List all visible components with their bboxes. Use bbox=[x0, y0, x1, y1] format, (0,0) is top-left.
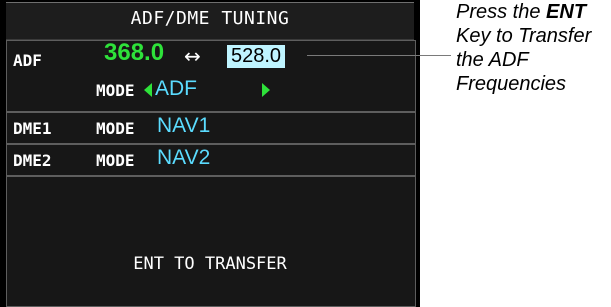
adf-label: ADF bbox=[13, 51, 42, 70]
mode-prev-arrow-icon[interactable] bbox=[144, 83, 152, 97]
adf-mode-label: MODE bbox=[96, 81, 135, 100]
swap-arrow-icon: ↔ bbox=[184, 44, 201, 68]
callout-leader-line bbox=[307, 55, 451, 56]
adf-mode-value[interactable]: ADF bbox=[155, 77, 197, 101]
mode-next-arrow-icon[interactable] bbox=[262, 83, 270, 97]
dme2-mode-value[interactable]: NAV2 bbox=[157, 146, 210, 170]
window-title: ADF/DME TUNING bbox=[130, 8, 290, 29]
callout-prefix: Press the bbox=[456, 1, 547, 23]
instructions-section bbox=[6, 176, 416, 307]
window-title-bar: ADF/DME TUNING bbox=[6, 2, 414, 40]
dme1-label: DME1 bbox=[13, 119, 52, 138]
dme1-mode-value[interactable]: NAV1 bbox=[157, 114, 210, 138]
callout-suffix: Key to Transfer the ADF Frequencies bbox=[456, 25, 592, 95]
dme2-mode-label: MODE bbox=[96, 151, 135, 170]
callout-key: ENT bbox=[546, 1, 587, 23]
dme2-label: DME2 bbox=[13, 151, 52, 170]
transfer-hint: ENT TO TRANSFER bbox=[133, 254, 287, 274]
adf-dme-tuning-window: ADF/DME TUNING ADF 368.0 ↔ 528.0 MODE AD… bbox=[0, 0, 451, 307]
dme1-mode-label: MODE bbox=[96, 119, 135, 138]
dme1-section bbox=[6, 112, 416, 144]
callout-annotation: Press the ENT Key to Transfer the ADF Fr… bbox=[456, 0, 611, 96]
dme2-section bbox=[6, 144, 416, 176]
adf-active-frequency: 368.0 bbox=[104, 39, 165, 66]
adf-standby-frequency[interactable]: 528.0 bbox=[227, 45, 286, 68]
adf-section bbox=[6, 40, 416, 112]
